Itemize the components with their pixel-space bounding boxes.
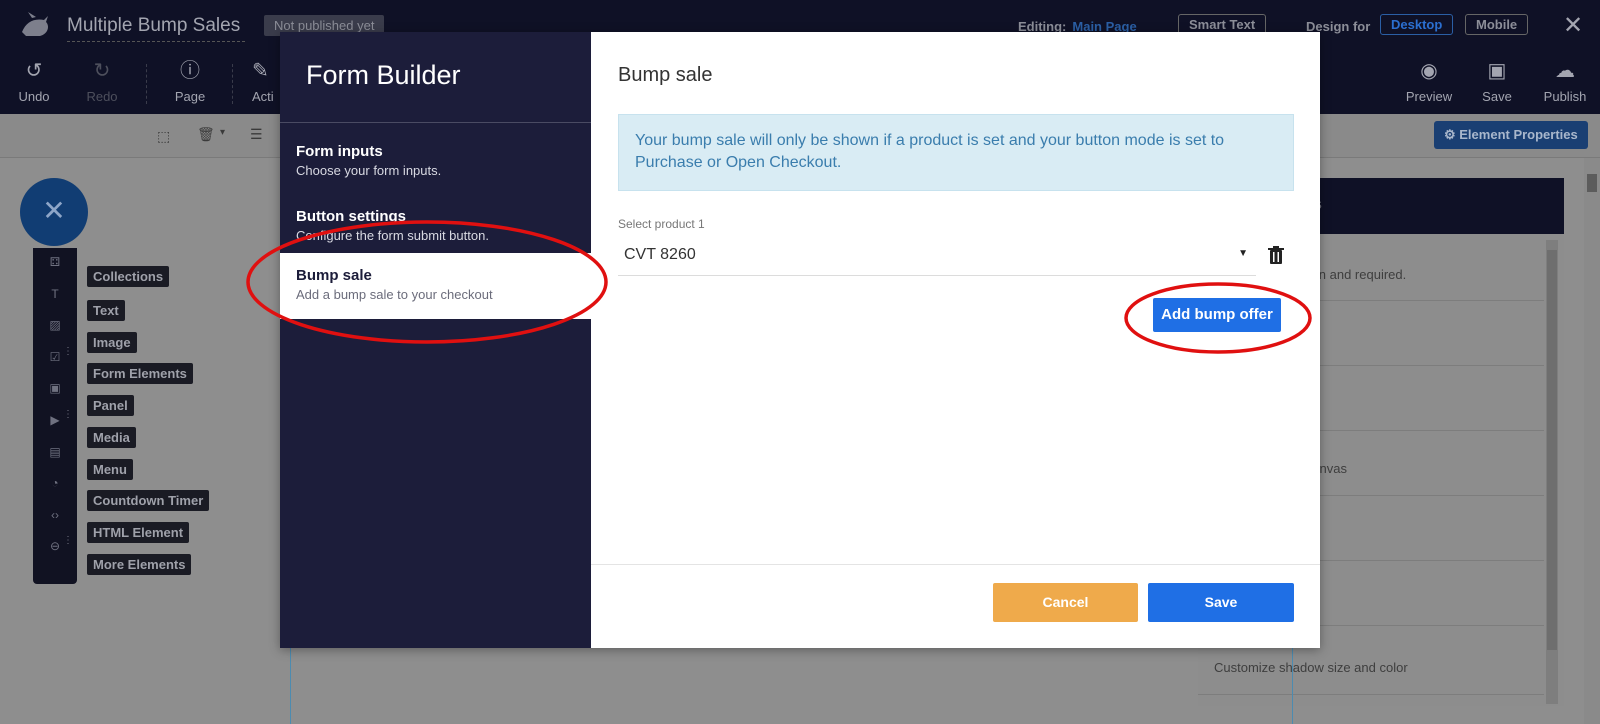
element-html[interactable]: HTML Element (87, 522, 190, 543)
element-more[interactable]: More Elements (87, 554, 192, 575)
info-icon: ⓘ (180, 60, 200, 82)
element-panel[interactable]: Panel (87, 395, 134, 416)
nav-desc: Configure the form submit button. (296, 228, 489, 243)
preview-label: Preview (1405, 89, 1453, 104)
design-desktop-button[interactable]: Desktop (1380, 14, 1454, 35)
chevron-down-icon[interactable]: ▾ (220, 127, 225, 138)
product-select-value: CVT 8260 (624, 246, 696, 263)
save-toolbar-button[interactable]: ▣ Save (1479, 60, 1515, 104)
element-text[interactable]: Text (87, 300, 125, 321)
canvas-guide (290, 640, 291, 724)
toolbar-divider (146, 64, 147, 104)
divider (591, 564, 1320, 565)
menu-icon[interactable]: ▤ (47, 444, 63, 460)
section-desc: Customize shadow size and color (1214, 660, 1408, 675)
scrollbar-thumb[interactable] (1547, 250, 1557, 650)
publish-label: Publish (1543, 89, 1587, 104)
canvas-guide (1292, 640, 1293, 724)
add-bump-offer-button[interactable]: Add bump offer (1153, 298, 1281, 332)
publish-button[interactable]: ☁ Publish (1540, 60, 1590, 104)
element-properties-button[interactable]: ⚙ Element Properties (1434, 121, 1588, 149)
panel-icon[interactable]: ▣ (47, 380, 63, 396)
more-icon[interactable]: ⊖ (47, 538, 63, 554)
undo-icon: ↺ (25, 60, 43, 82)
element-collections[interactable]: Collections (87, 266, 170, 287)
nav-desc: Add a bump sale to your checkout (296, 287, 493, 302)
form-elements-icon[interactable]: ☑ (47, 349, 63, 365)
nav-bump-sale[interactable]: Bump sale Add a bump sale to your checko… (280, 253, 591, 319)
save-button[interactable]: Save (1148, 583, 1294, 622)
nav-desc: Choose your form inputs. (296, 163, 442, 178)
product-select[interactable]: CVT 8260 ▼ (618, 236, 1256, 276)
redo-icon: ↻ (93, 60, 111, 82)
nav-title: Bump sale (296, 267, 372, 284)
text-icon[interactable]: T (47, 286, 63, 302)
image-icon[interactable]: ▨ (47, 317, 63, 333)
media-icon[interactable]: ▶ (47, 412, 63, 428)
page-scrollbar[interactable] (1584, 158, 1600, 724)
nav-form-inputs[interactable]: Form inputs Choose your form inputs. (280, 129, 591, 195)
toolbar-divider (232, 64, 233, 104)
redo-button[interactable]: ↻ Redo (84, 60, 120, 104)
nav-title: Form inputs (296, 143, 383, 160)
close-elements-fab[interactable]: ✕ (20, 178, 88, 246)
actions-label: Acti (252, 89, 274, 104)
floppy-icon: ▣ (1487, 60, 1507, 82)
page-button[interactable]: ⓘ Page (172, 60, 208, 104)
deselect-icon[interactable]: ⬚ (157, 128, 170, 145)
properties-scrollbar[interactable] (1546, 240, 1558, 704)
preview-button[interactable]: ◉ Preview (1404, 60, 1454, 104)
element-image[interactable]: Image (87, 332, 137, 353)
undo-label: Undo (18, 89, 50, 104)
element-media[interactable]: Media (87, 427, 136, 448)
element-menu[interactable]: Menu (87, 459, 133, 480)
divider (1198, 694, 1544, 695)
form-builder-sidebar: Form Builder Form inputs Choose your for… (280, 32, 591, 648)
rabbit-logo-icon[interactable] (18, 10, 52, 40)
elements-strip: ⚃ T ▨ ☑ ⋮ ▣ ▶ ⋮ ▤ ◔ ‹› ⊖ ⋮ (33, 248, 77, 584)
drag-handle-icon[interactable]: ⋮ (63, 347, 73, 357)
layout-icon[interactable]: ☰ (250, 126, 263, 143)
trash-icon[interactable]: 🗑 (197, 126, 215, 143)
bump-sale-info-alert: Your bump sale will only be shown if a p… (618, 114, 1294, 191)
element-countdown-timer[interactable]: Countdown Timer (87, 490, 210, 511)
page-label: Page (174, 89, 206, 104)
scrollbar-thumb[interactable] (1587, 174, 1597, 192)
app-title[interactable]: Multiple Bump Sales (67, 15, 245, 42)
undo-button[interactable]: ↺ Undo (16, 60, 52, 104)
element-form-elements[interactable]: Form Elements (87, 363, 193, 384)
divider (280, 122, 591, 123)
form-builder-modal: Form Builder Form inputs Choose your for… (280, 32, 1320, 648)
bump-sale-title: Bump sale (618, 64, 713, 86)
nav-title: Button settings (296, 208, 406, 225)
cloud-upload-icon: ☁ (1555, 60, 1575, 82)
eye-icon: ◉ (1420, 60, 1438, 82)
design-mobile-button[interactable]: Mobile (1465, 14, 1529, 35)
save-toolbar-label: Save (1482, 89, 1512, 104)
collections-icon[interactable]: ⚃ (47, 254, 63, 270)
timer-icon[interactable]: ◔ (47, 475, 63, 491)
form-builder-title: Form Builder (306, 60, 461, 90)
caret-down-icon: ▼ (1238, 248, 1248, 259)
close-editor-icon[interactable]: ✕ (1563, 11, 1583, 40)
nav-button-settings[interactable]: Button settings Configure the form submi… (280, 194, 591, 260)
trash-icon[interactable] (1268, 246, 1284, 264)
code-icon[interactable]: ‹› (47, 507, 63, 523)
drag-handle-icon[interactable]: ⋮ (63, 536, 73, 546)
cancel-button[interactable]: Cancel (993, 583, 1138, 622)
drag-handle-icon[interactable]: ⋮ (63, 410, 73, 420)
product-select-label: Select product 1 (618, 217, 705, 231)
redo-label: Redo (86, 89, 118, 104)
